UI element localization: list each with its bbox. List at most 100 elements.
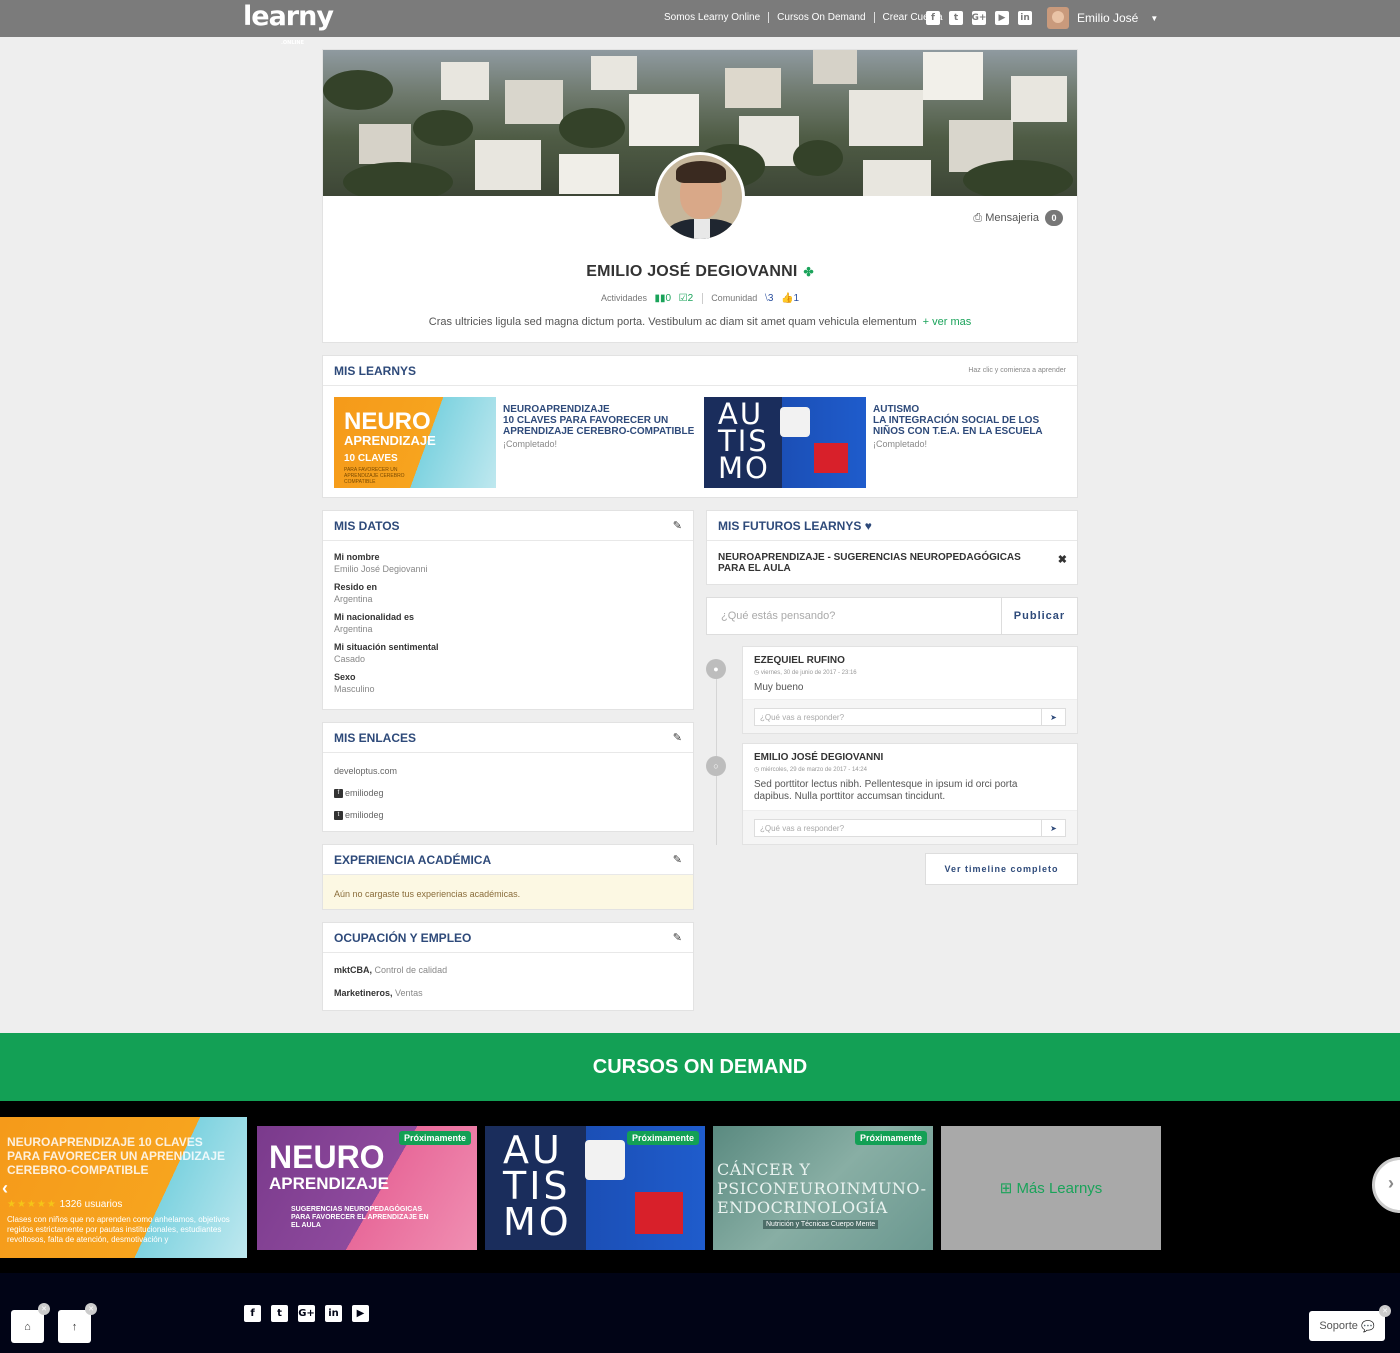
profile-header: ⎙ Mensajeria 0 EMILIO JOSÉ DEGIOVANNI ✤ A… [322, 49, 1078, 343]
post-author[interactable]: EZEQUIEL RUFINO [754, 655, 845, 666]
send-icon[interactable]: ➤ [1041, 819, 1066, 837]
user-name: Emilio José [1077, 11, 1139, 25]
view-timeline-button[interactable]: Ver timeline completo [925, 853, 1078, 885]
support-button[interactable]: Soporte 💬 ✕ [1309, 1305, 1391, 1341]
activities-label: Actividades [600, 293, 648, 303]
post-date: ◷ viernes, 30 de junio de 2017 - 23:16 [754, 670, 857, 676]
pencil-icon[interactable]: ✎ [673, 931, 682, 944]
occupation-title: OCUPACIÓN Y EMPLEO [334, 930, 472, 945]
field-label: Mi nombre [334, 552, 380, 562]
pencil-icon[interactable]: ✎ [673, 519, 682, 532]
see-more-link[interactable]: + ver mas [923, 316, 972, 328]
nav-link-cursos[interactable]: Cursos On Demand [777, 12, 865, 23]
my-learnys-title: MIS LEARNYS [334, 363, 417, 378]
inbox-icon: ⎙ [973, 211, 983, 224]
close-icon[interactable]: ✕ [1379, 1305, 1391, 1317]
youtube-icon[interactable]: ▶ [352, 1305, 369, 1322]
course-card-autismo[interactable]: AU TIS MO Próximamente [485, 1126, 705, 1250]
academic-card: EXPERIENCIA ACADÉMICA ✎ Aún no cargaste t… [322, 844, 694, 910]
google-plus-icon[interactable]: G+ [298, 1305, 315, 1322]
field-value: Casado [334, 654, 366, 664]
profile-avatar[interactable] [655, 152, 745, 242]
publish-button[interactable]: Publicar [1001, 598, 1077, 634]
nav-links: Somos Learny Online Cursos On Demand Cre… [664, 12, 943, 23]
learny-status: ¡Completado! [873, 439, 928, 449]
scroll-top-button[interactable]: ↑ ✕ [58, 1303, 97, 1343]
my-data-card: MIS DATOS ✎ Mi nombre Emilio José Degiovan… [322, 510, 694, 710]
home-button[interactable]: ⌂ ✕ [11, 1303, 50, 1343]
post-author[interactable]: EMILIO JOSÉ DEGIOVANNI [754, 752, 883, 763]
learny-title-neuro[interactable]: NEUROAPRENDIZAJE 10 CLAVES PARA FAVORECER… [503, 404, 698, 437]
occupation-item: Marketineros, Ventas [334, 988, 423, 998]
heart-icon: ♥ [864, 518, 872, 533]
community-count-2: 1 [793, 293, 799, 304]
occupation-item: mktCBA, Control de calidad [334, 965, 448, 975]
facebook-icon[interactable]: f [926, 11, 940, 25]
close-icon[interactable]: ✕ [85, 1303, 97, 1315]
twitter-icon[interactable]: t [949, 11, 963, 25]
learny-thumb-neuro[interactable]: NEURO APRENDIZAJE 10 CLAVES PARA FAVOREC… [334, 397, 496, 488]
learny-thumb-autismo[interactable]: AU TIS MO [704, 397, 866, 488]
twitter-icon[interactable]: t [271, 1305, 288, 1322]
remove-icon[interactable]: ✖ [1058, 553, 1067, 566]
post-text: Muy bueno [754, 682, 804, 693]
twitter-icon: t [334, 810, 343, 820]
course-card-cancer[interactable]: CÁNCER Y PSICONEUROINMUNO-ENDOCRINOLOGÍA… [713, 1126, 933, 1250]
close-icon[interactable]: ✕ [38, 1303, 50, 1315]
messages-label: Mensajeria [985, 212, 1039, 224]
learny-title-autismo[interactable]: AUTISMO LA INTEGRACIÓN SOCIAL DE LOS NIÑO… [873, 404, 1053, 437]
google-plus-icon[interactable]: G+ [972, 11, 986, 25]
user-avatar [1047, 7, 1069, 29]
messages-link[interactable]: ⎙ Mensajeria 0 [973, 210, 1063, 226]
home-icon: ⌂ [24, 1320, 31, 1333]
nav-link-somos[interactable]: Somos Learny Online [664, 12, 760, 23]
top-navbar: learny .ONLINE Somos Learny Online Cursos… [0, 0, 1400, 47]
activities-count-2: 2 [687, 293, 694, 304]
comment-icon: ● [706, 659, 726, 679]
field-value: Argentina [334, 624, 373, 634]
future-learnys-title: MIS FUTUROS LEARNYS ♥ [718, 518, 872, 533]
twitter-link[interactable]: emiliodeg [345, 810, 384, 820]
reply-input[interactable]: ¿Qué vas a responder? [754, 708, 1042, 726]
facebook-icon[interactable]: f [244, 1305, 261, 1322]
send-icon[interactable]: ➤ [1041, 708, 1066, 726]
timeline-post: EZEQUIEL RUFINO ◷ viernes, 30 de junio d… [742, 646, 1078, 734]
my-data-fields: Mi nombre Emilio José Degiovanni Resido e… [323, 541, 693, 713]
reply-input[interactable]: ¿Qué vas a responder? [754, 819, 1042, 837]
activities-count-1: 0 [665, 293, 672, 304]
facebook-icon: f [334, 788, 343, 798]
my-learnys-hint: Haz clic y comienza a aprender [968, 367, 1066, 374]
field-label: Sexo [334, 672, 356, 682]
thumbs-up-icon: 👍 [780, 293, 794, 304]
linkedin-icon[interactable]: in [325, 1305, 342, 1322]
caret-down-icon: ▼ [1150, 13, 1159, 23]
occupation-card: OCUPACIÓN Y EMPLEO ✎ mktCBA, Control de c… [322, 922, 694, 1011]
pencil-icon[interactable]: ✎ [673, 731, 682, 744]
my-links-title: MIS ENLACES [334, 730, 417, 745]
pencil-icon[interactable]: ✎ [673, 853, 682, 866]
course-card-featured[interactable]: NEUROAPRENDIZAJE 10 CLAVES PARA FAVORECE… [0, 1117, 247, 1258]
post-input[interactable]: ¿Qué estás pensando? [721, 610, 835, 622]
user-menu[interactable]: Emilio José ▼ [1047, 7, 1158, 29]
facebook-link[interactable]: emiliodeg [345, 788, 384, 798]
courses-title: CURSOS ON DEMAND [0, 1033, 1400, 1101]
future-learny-item[interactable]: NEUROAPRENDIZAJE - SUGERENCIAS NEUROPEDA… [718, 552, 1048, 574]
timeline-post: EMILIO JOSÉ DEGIOVANNI ◷ miércoles, 29 d… [742, 743, 1078, 845]
learny-logo[interactable]: learny .ONLINE [243, 2, 334, 47]
chevron-right-icon: › [1388, 1173, 1394, 1193]
website-link[interactable]: developtus.com [334, 766, 397, 776]
profile-name-text: EMILIO JOSÉ DEGIOVANNI [586, 263, 798, 280]
timeline-line [716, 660, 717, 845]
my-links-card: MIS ENLACES ✎ developtus.com f emiliodeg t… [322, 722, 694, 832]
field-label: Resido en [334, 582, 378, 592]
learny-status: ¡Completado! [503, 439, 558, 449]
footer-social-icons: f t G+ in ▶ [244, 1305, 369, 1322]
check-square-icon: ☑ [678, 293, 688, 304]
course-card-neuro[interactable]: NEURO APRENDIZAJE SUGERENCIAS NEUROPEDAG… [257, 1126, 477, 1250]
field-value: Emilio José Degiovanni [334, 564, 428, 574]
carousel-prev-icon[interactable]: ‹ [2, 1178, 8, 1199]
linkedin-icon[interactable]: in [1018, 11, 1032, 25]
more-learnys-button[interactable]: ⊞ Más Learnys [941, 1126, 1161, 1250]
chat-icon: 💬 [1360, 1320, 1375, 1333]
youtube-icon[interactable]: ▶ [995, 11, 1009, 25]
